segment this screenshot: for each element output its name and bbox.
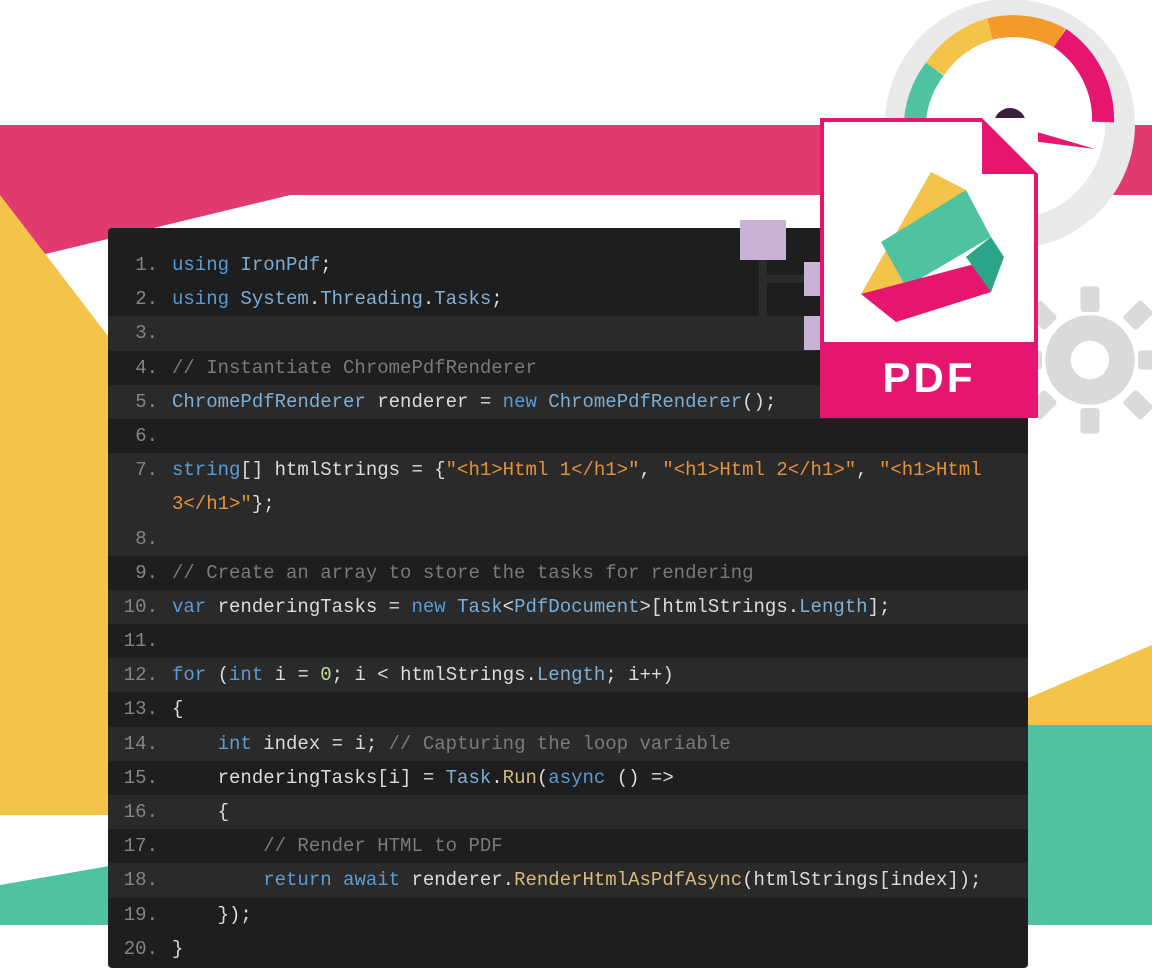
line-number: 6 [122, 419, 172, 453]
code-line[interactable]: 8 [108, 522, 1028, 556]
code-line[interactable]: 11 [108, 624, 1028, 658]
code-text[interactable]: renderingTasks[i] = Task.Run(async () => [172, 761, 1014, 795]
line-number: 3 [122, 316, 172, 350]
line-number: 20 [122, 932, 172, 966]
line-number: 18 [122, 863, 172, 897]
code-line[interactable]: 20} [108, 932, 1028, 966]
code-line[interactable]: 16 { [108, 795, 1028, 829]
line-number: 8 [122, 522, 172, 556]
line-number: 15 [122, 761, 172, 795]
code-text[interactable]: } [172, 932, 1014, 966]
line-number: 14 [122, 727, 172, 761]
line-number: 16 [122, 795, 172, 829]
code-line[interactable]: 7string[] htmlStrings = {"<h1>Html 1</h1… [108, 453, 1028, 521]
code-text[interactable]: for (int i = 0; i < htmlStrings.Length; … [172, 658, 1014, 692]
line-number: 17 [122, 829, 172, 863]
code-text[interactable]: int index = i; // Capturing the loop var… [172, 727, 1014, 761]
pdf-file-icon: PDF [820, 118, 1038, 418]
line-number: 2 [122, 282, 172, 316]
code-text[interactable]: // Create an array to store the tasks fo… [172, 556, 1014, 590]
line-number: 12 [122, 658, 172, 692]
code-line[interactable]: 12for (int i = 0; i < htmlStrings.Length… [108, 658, 1028, 692]
line-number: 13 [122, 692, 172, 726]
code-line[interactable]: 10var renderingTasks = new Task<PdfDocum… [108, 590, 1028, 624]
line-number: 4 [122, 351, 172, 385]
line-number: 19 [122, 898, 172, 932]
code-text[interactable]: { [172, 692, 1014, 726]
line-number: 10 [122, 590, 172, 624]
pdf-label: PDF [824, 342, 1034, 414]
code-line[interactable]: 15 renderingTasks[i] = Task.Run(async ()… [108, 761, 1028, 795]
code-line[interactable]: 14 int index = i; // Capturing the loop … [108, 727, 1028, 761]
line-number: 1 [122, 248, 172, 282]
line-number: 7 [122, 453, 172, 487]
code-text[interactable]: { [172, 795, 1014, 829]
code-line[interactable]: 13{ [108, 692, 1028, 726]
code-line[interactable]: 9// Create an array to store the tasks f… [108, 556, 1028, 590]
ribbon-logo-icon [846, 162, 1016, 332]
code-line[interactable]: 17 // Render HTML to PDF [108, 829, 1028, 863]
code-text[interactable]: }); [172, 898, 1014, 932]
code-line[interactable]: 18 return await renderer.RenderHtmlAsPdf… [108, 863, 1028, 897]
code-text[interactable]: string[] htmlStrings = {"<h1>Html 1</h1>… [172, 453, 1014, 521]
code-line[interactable]: 19 }); [108, 898, 1028, 932]
code-text[interactable]: // Render HTML to PDF [172, 829, 1014, 863]
line-number: 9 [122, 556, 172, 590]
code-text[interactable]: var renderingTasks = new Task<PdfDocumen… [172, 590, 1014, 624]
code-text[interactable]: return await renderer.RenderHtmlAsPdfAsy… [172, 863, 1014, 897]
line-number: 5 [122, 385, 172, 419]
code-line[interactable]: 6 [108, 419, 1028, 453]
line-number: 11 [122, 624, 172, 658]
